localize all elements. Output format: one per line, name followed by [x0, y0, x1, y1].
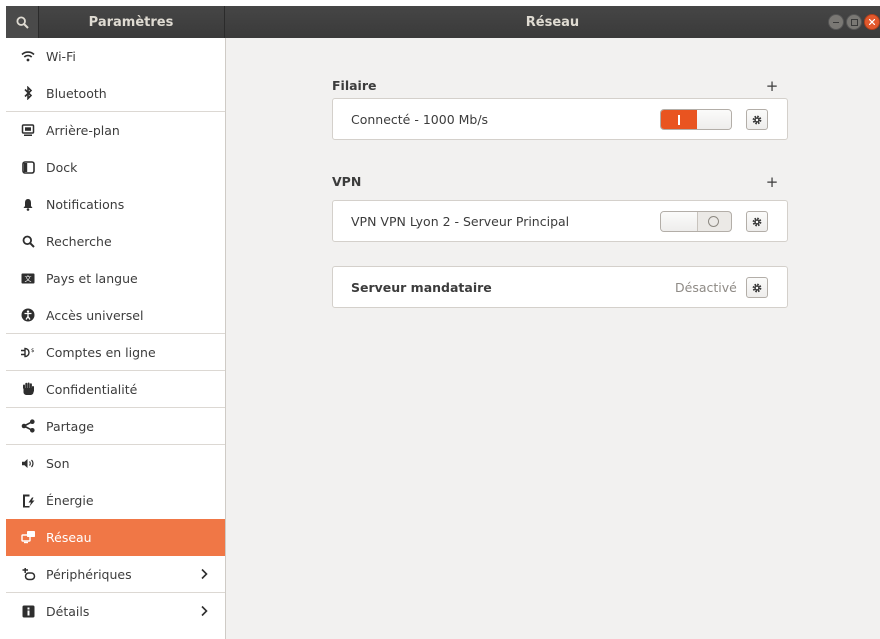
- sidebar-item-bluetooth[interactable]: Bluetooth: [6, 75, 225, 112]
- proxy-settings-button[interactable]: [746, 277, 768, 298]
- sidebar-item-language[interactable]: 文 Pays et langue: [6, 260, 225, 297]
- gear-icon: [752, 283, 762, 292]
- sidebar-item-background[interactable]: Arrière-plan: [6, 112, 225, 149]
- sidebar-item-label: Comptes en ligne: [46, 344, 156, 360]
- language-icon: 文: [20, 270, 36, 286]
- sidebar-item-label: Confidentialité: [46, 381, 138, 397]
- sidebar-item-online-accounts[interactable]: $ Comptes en ligne: [6, 334, 225, 371]
- sidebar-item-label: Détails: [46, 603, 90, 619]
- header-bar: Paramètres Réseau: [6, 6, 880, 38]
- close-icon: [869, 19, 875, 25]
- sidebar: Wi-Fi Bluetooth Arrière-plan Dock Notifi…: [6, 38, 226, 639]
- sidebar-item-label: Bluetooth: [46, 85, 107, 101]
- chevron-right-icon: [201, 605, 208, 617]
- info-icon: [20, 603, 36, 619]
- power-icon: [20, 492, 36, 508]
- proxy-row: Serveur mandataire Désactivé: [332, 266, 788, 308]
- close-button[interactable]: [864, 14, 880, 30]
- sidebar-item-label: Dock: [46, 159, 78, 175]
- online-accounts-icon: $: [20, 344, 36, 360]
- network-icon: [20, 529, 36, 545]
- chevron-right-icon: [201, 568, 208, 580]
- devices-icon: [20, 566, 36, 582]
- sidebar-item-accessibility[interactable]: Accès universel: [6, 297, 225, 334]
- vpn-connection-label: VPN VPN Lyon 2 - Serveur Principal: [351, 213, 570, 229]
- proxy-label: Serveur mandataire: [351, 279, 492, 295]
- sidebar-item-label: Énergie: [46, 492, 94, 508]
- sidebar-item-network[interactable]: Réseau: [6, 519, 225, 556]
- wifi-icon: [20, 48, 36, 64]
- gear-icon: [752, 217, 762, 226]
- wired-section-title: Filaire: [332, 78, 377, 93]
- sidebar-item-label: Recherche: [46, 233, 112, 249]
- maximize-button[interactable]: [846, 14, 862, 30]
- sidebar-item-privacy[interactable]: Confidentialité: [6, 371, 225, 408]
- wired-connection-row: Connecté - 1000 Mb/s: [332, 98, 788, 140]
- gear-icon: [752, 115, 762, 124]
- bell-icon: [20, 196, 36, 212]
- bluetooth-icon: [20, 85, 36, 101]
- sidebar-title: Paramètres: [38, 6, 225, 38]
- sidebar-item-dock[interactable]: Dock: [6, 149, 225, 186]
- vpn-settings-button[interactable]: [746, 211, 768, 232]
- sidebar-item-label: Arrière-plan: [46, 122, 120, 138]
- sidebar-item-label: Périphériques: [46, 566, 132, 582]
- sidebar-item-notifications[interactable]: Notifications: [6, 186, 225, 223]
- settings-window: Paramètres Réseau Wi-Fi Bluetooth Arrièr…: [6, 6, 880, 639]
- dock-icon: [20, 159, 36, 175]
- sidebar-item-label: Pays et langue: [46, 270, 138, 286]
- sidebar-item-label: Réseau: [46, 529, 92, 545]
- background-icon: [20, 122, 36, 138]
- search-icon: [15, 15, 29, 29]
- sidebar-item-search[interactable]: Recherche: [6, 223, 225, 260]
- svg-text:文: 文: [25, 274, 32, 283]
- wired-toggle-switch[interactable]: [660, 109, 732, 130]
- speaker-icon: [20, 455, 36, 471]
- vpn-section-title: VPN: [332, 174, 362, 189]
- sidebar-item-sound[interactable]: Son: [6, 445, 225, 482]
- sidebar-item-details[interactable]: Détails: [6, 593, 225, 630]
- wired-settings-button[interactable]: [746, 109, 768, 130]
- minimize-button[interactable]: [828, 14, 844, 30]
- window-controls: [828, 14, 880, 30]
- main-panel: Filaire + Connecté - 1000 Mb/s VPN + VPN…: [226, 38, 880, 639]
- svg-text:$: $: [31, 348, 35, 354]
- wired-connection-label: Connecté - 1000 Mb/s: [351, 111, 489, 127]
- sidebar-item-label: Wi-Fi: [46, 48, 76, 64]
- minimize-icon: [833, 21, 839, 23]
- privacy-hand-icon: [20, 381, 36, 397]
- sidebar-item-label: Son: [46, 455, 70, 471]
- sidebar-item-label: Partage: [46, 418, 94, 434]
- add-vpn-button[interactable]: +: [764, 173, 780, 191]
- sidebar-item-sharing[interactable]: Partage: [6, 408, 225, 445]
- accessibility-icon: [20, 307, 36, 323]
- vpn-toggle-switch[interactable]: [660, 211, 732, 232]
- proxy-status: Désactivé: [675, 279, 737, 295]
- add-wired-button[interactable]: +: [764, 77, 780, 95]
- share-icon: [20, 418, 36, 434]
- maximize-icon: [850, 18, 858, 26]
- search-button[interactable]: [6, 6, 39, 38]
- sidebar-item-power[interactable]: Énergie: [6, 482, 225, 519]
- vpn-connection-row: VPN VPN Lyon 2 - Serveur Principal: [332, 200, 788, 242]
- page-title: Réseau: [525, 14, 580, 30]
- sidebar-item-label: Accès universel: [46, 307, 144, 323]
- sidebar-item-wifi[interactable]: Wi-Fi: [6, 38, 225, 75]
- sidebar-item-devices[interactable]: Périphériques: [6, 556, 225, 593]
- sidebar-item-label: Notifications: [46, 196, 125, 212]
- search-icon: [20, 233, 36, 249]
